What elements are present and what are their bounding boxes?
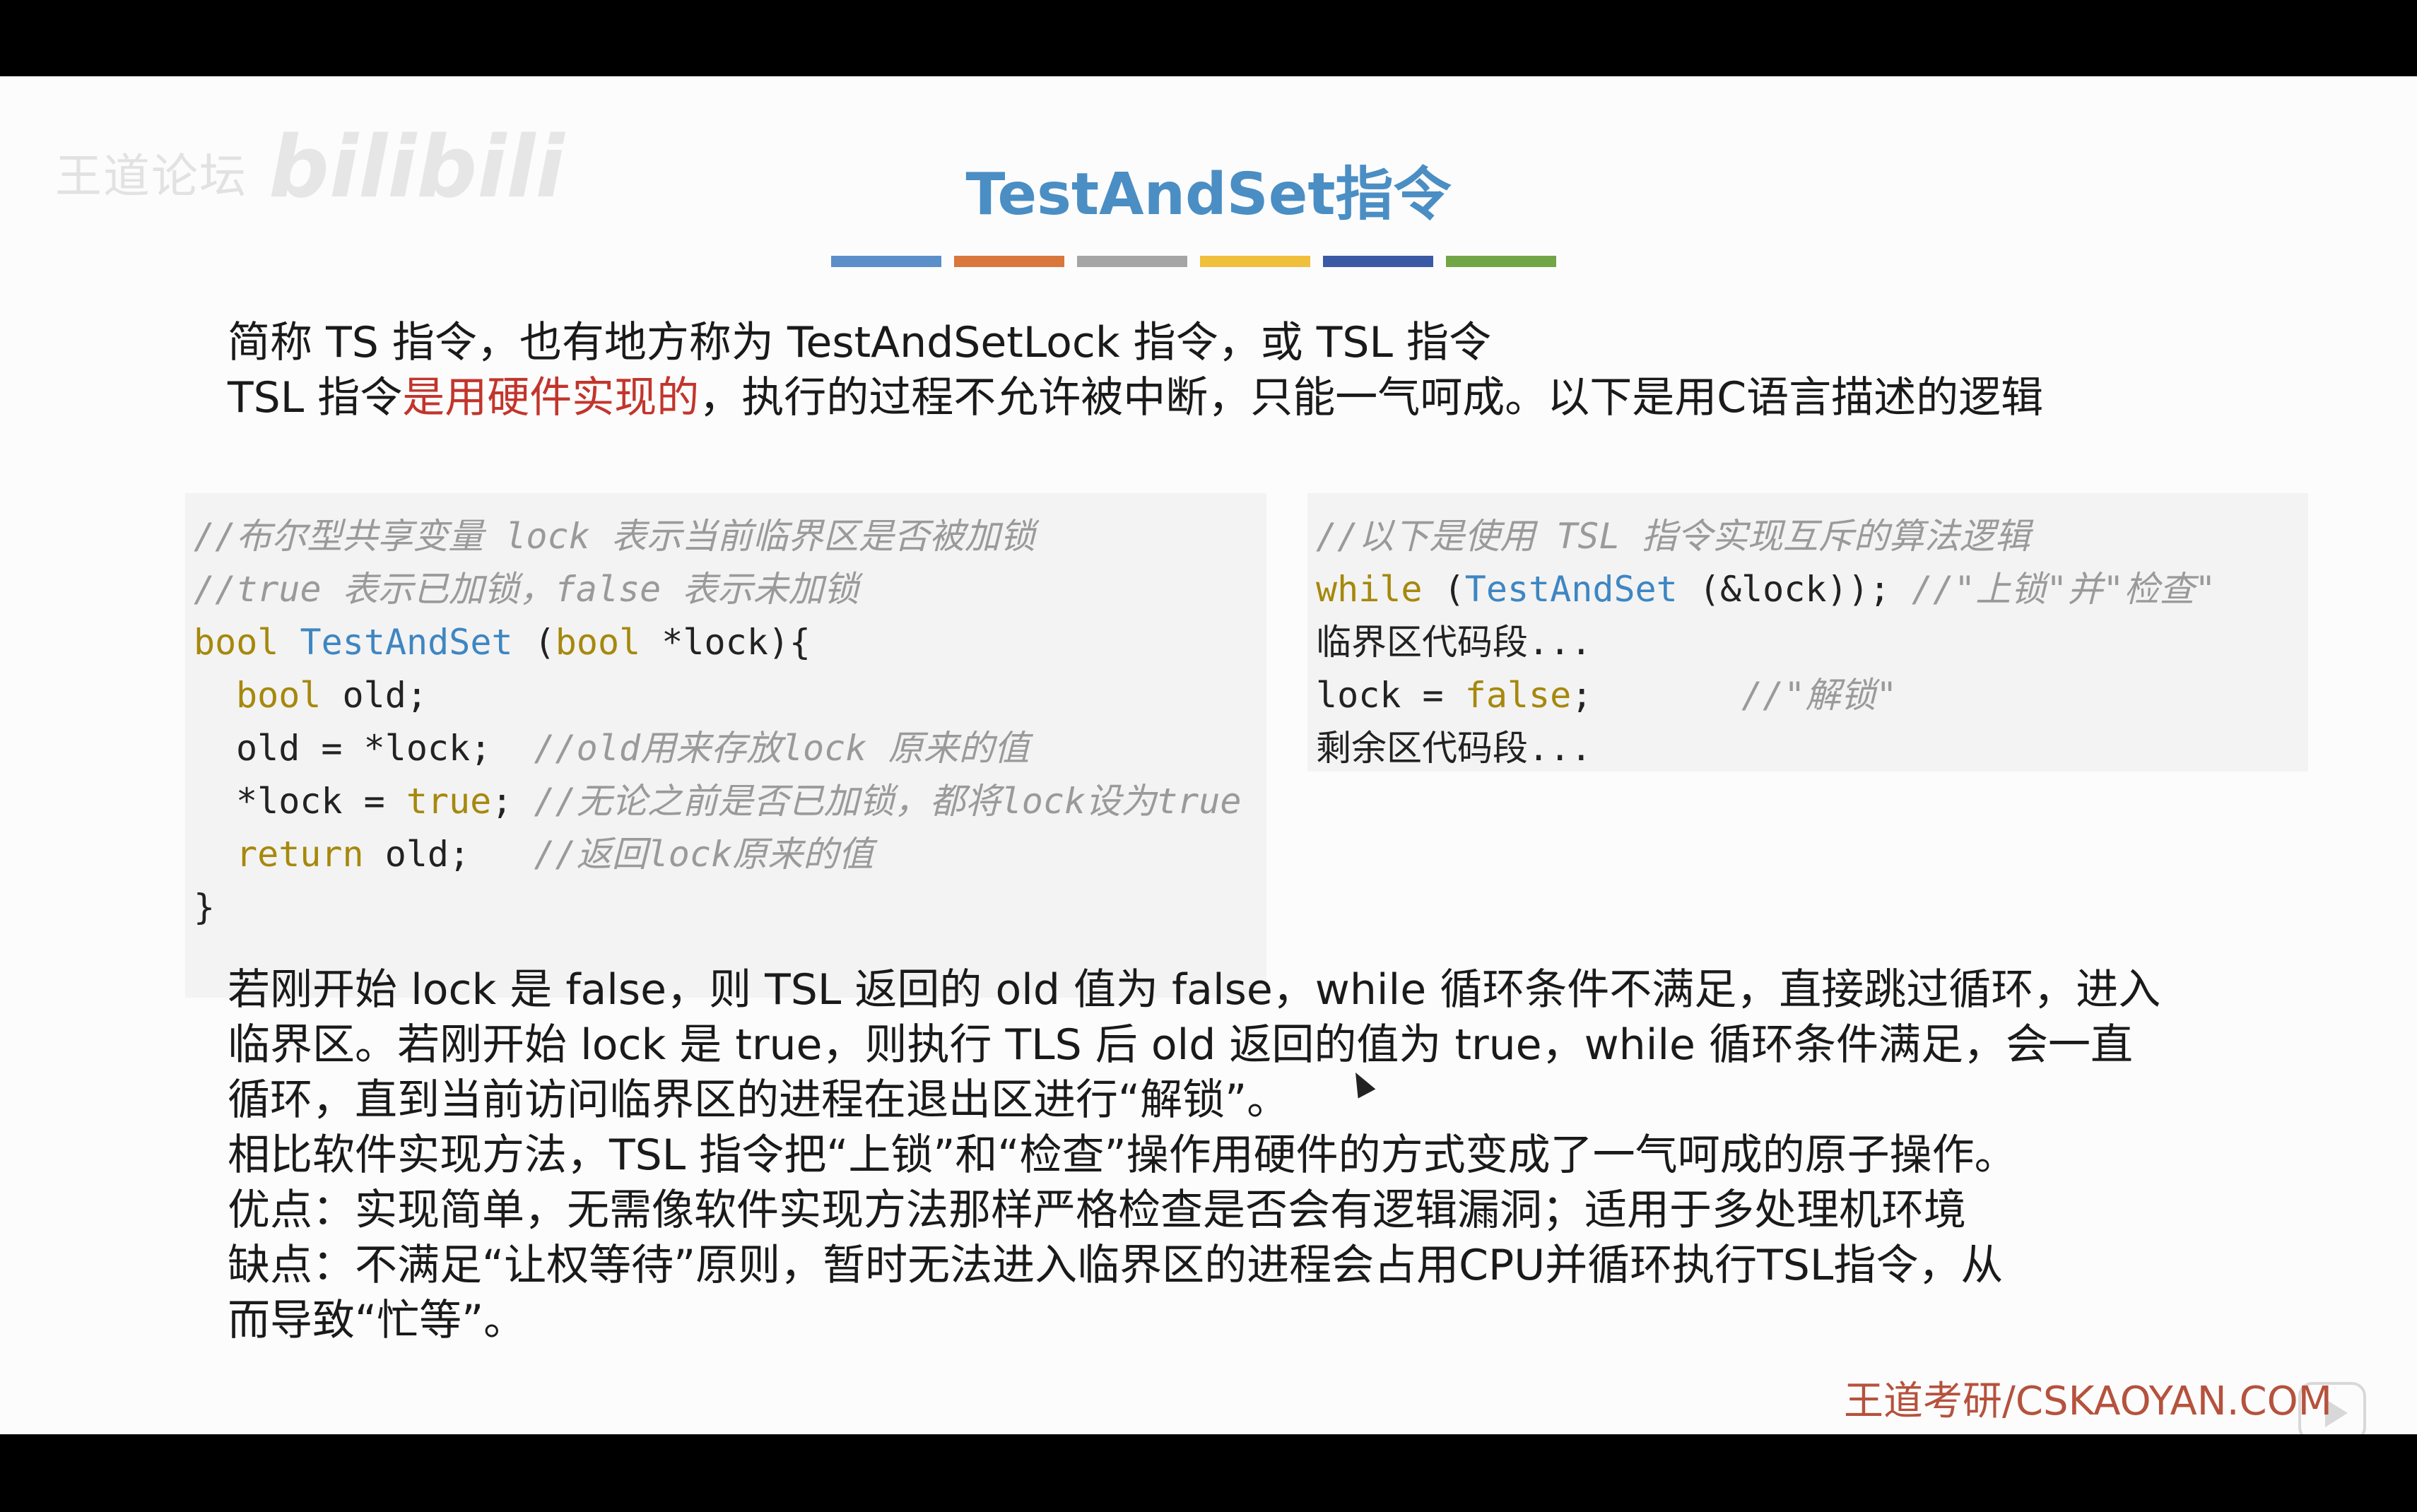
- code-line: while (TestAndSet (&lock)); //"上锁"并"检查": [1316, 569, 2216, 610]
- explanation-line: 而导致“忙等”。: [228, 1296, 527, 1345]
- intro-line-2: TSL 指令是用硬件实现的，执行的过程不允许被中断，只能一气呵成。以下是用C语言…: [228, 373, 2044, 423]
- code-line: lock = false; //"解锁": [1316, 675, 1898, 716]
- code-comment: //true 表示已加锁，false 表示未加锁: [194, 569, 859, 610]
- stripe: [1200, 256, 1310, 267]
- code-line: return old; //返回lock原来的值: [236, 834, 874, 875]
- intro-text: 简称 TS 指令，也有地方称为 TestAndSetLock 指令，或 TSL …: [228, 315, 2043, 425]
- stripe: [954, 256, 1064, 267]
- explanation-line: 若刚开始 lock 是 false，则 TSL 返回的 old 值为 false…: [228, 965, 2161, 1015]
- explanation-text: 若刚开始 lock 是 false，则 TSL 返回的 old 值为 false…: [228, 962, 2160, 1348]
- code-line: bool TestAndSet (bool *lock){: [194, 622, 811, 663]
- code-line: old = *lock; //old用来存放lock 原来的值: [236, 728, 1030, 769]
- code-line: bool old;: [236, 675, 428, 716]
- footer-watermark: 王道考研/CSKAOYAN.COM: [1844, 1378, 2332, 1424]
- explanation-line: 缺点：不满足“让权等待”原则，暂时无法进入临界区的进程会占用CPU并循环执行TS…: [228, 1241, 2004, 1290]
- explanation-line: 循环，直到当前访问临界区的进程在退出区进行“解锁”。: [228, 1075, 1290, 1125]
- code-line: 剩余区代码段...: [1316, 728, 1592, 769]
- code-block-testandset: //布尔型共享变量 lock 表示当前临界区是否被加锁 //true 表示已加锁…: [185, 493, 1266, 998]
- stripe: [1446, 256, 1556, 267]
- stripe: [1077, 256, 1187, 267]
- code-comment: //布尔型共享变量 lock 表示当前临界区是否被加锁: [194, 516, 1035, 557]
- slide-title: TestAndSet指令: [965, 161, 1452, 228]
- code-line: *lock = true; //无论之前是否已加锁，都将lock设为true: [236, 781, 1242, 822]
- title-underline: [831, 256, 1569, 267]
- explanation-line: 优点：实现简单，无需像软件实现方法那样严格检查是否会有逻辑漏洞；适用于多处理机环…: [228, 1186, 1966, 1235]
- video-top-bar: [0, 0, 2417, 76]
- video-bottom-bar: [0, 1434, 2417, 1512]
- intro-line-1: 简称 TS 指令，也有地方称为 TestAndSetLock 指令，或 TSL …: [228, 318, 1491, 367]
- stripe: [831, 256, 941, 267]
- stripe: [1323, 256, 1433, 267]
- slide: 王道论坛 bilibili TestAndSet指令 简称 TS 指令，也有地方…: [0, 76, 2417, 1441]
- highlight-text: 是用硬件实现的: [402, 373, 700, 423]
- code-block-tsl-usage: //以下是使用 TSL 指令实现互斥的算法逻辑 while (TestAndSe…: [1307, 493, 2308, 772]
- explanation-line: 相比软件实现方法，TSL 指令把“上锁”和“检查”操作用硬件的方式变成了一气呵成…: [228, 1130, 2017, 1180]
- code-line: }: [194, 887, 216, 928]
- code-line: 临界区代码段...: [1316, 622, 1592, 663]
- code-comment: //以下是使用 TSL 指令实现互斥的算法逻辑: [1316, 516, 2030, 557]
- explanation-line: 临界区。若刚开始 lock 是 true，则执行 TLS 后 old 返回的值为…: [228, 1020, 2134, 1070]
